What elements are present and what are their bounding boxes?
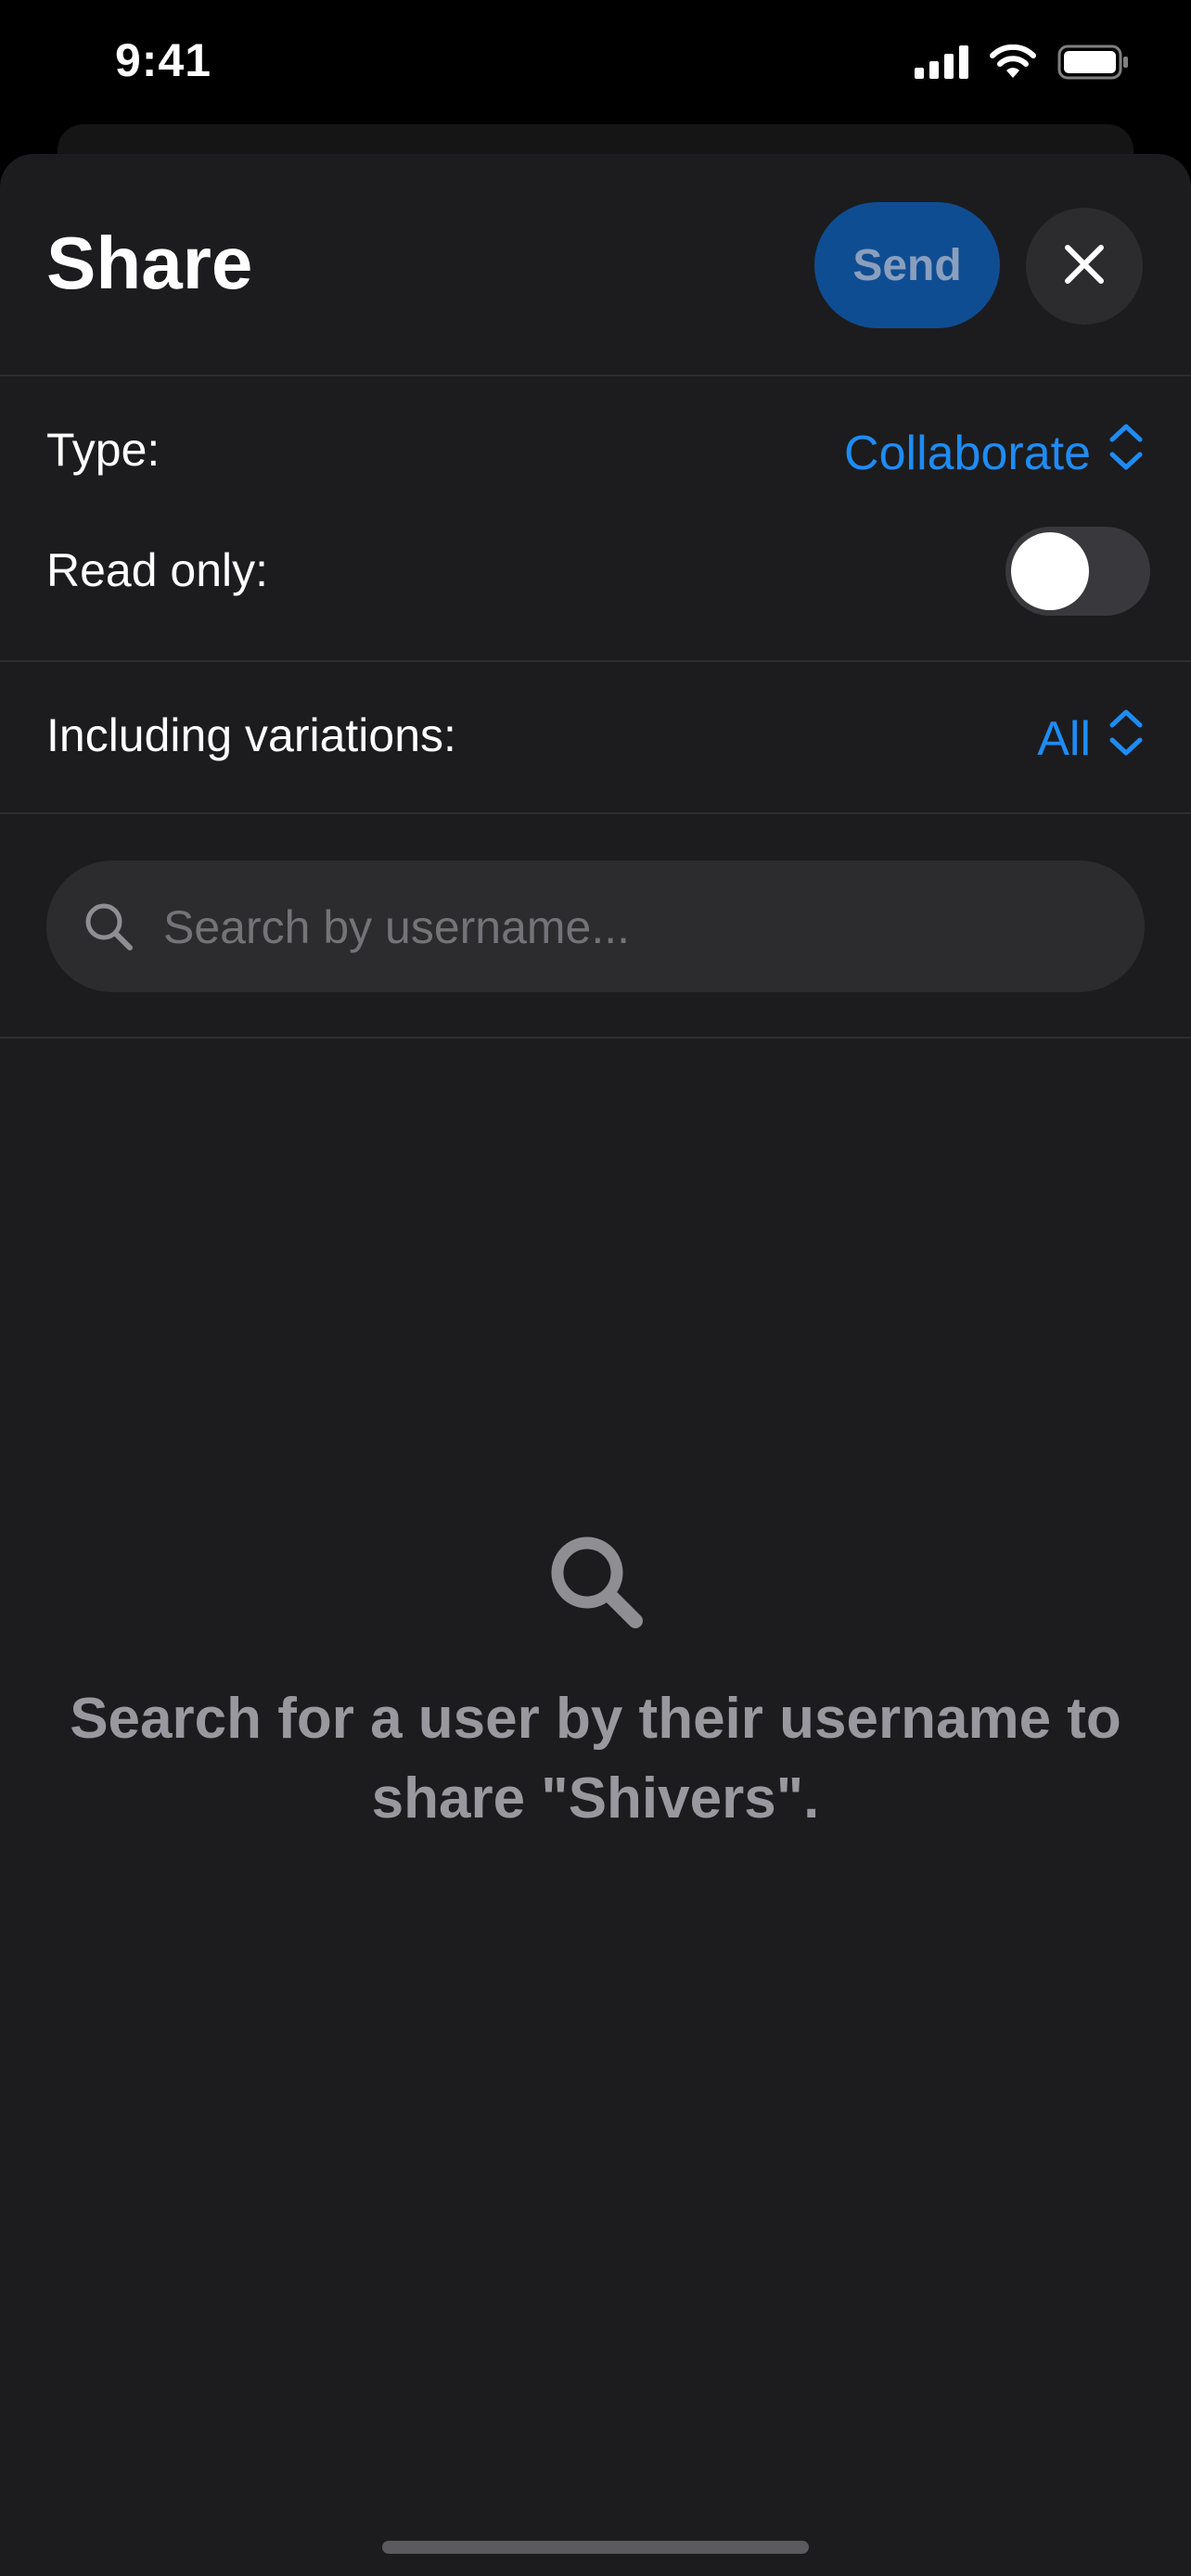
- divider: [0, 1037, 1191, 1039]
- status-bar: 9:41: [0, 0, 1191, 130]
- variations-picker-value: All: [1037, 711, 1091, 766]
- type-picker[interactable]: Collaborate: [844, 421, 1145, 485]
- search-input[interactable]: [161, 861, 1111, 994]
- divider: [0, 812, 1191, 814]
- wifi-icon: [989, 44, 1037, 84]
- close-icon: [1063, 243, 1106, 290]
- variations-label: Including variations:: [46, 709, 456, 761]
- chevron-up-down-icon: [1108, 707, 1145, 771]
- chevron-up-down-icon: [1108, 421, 1145, 485]
- read-only-label: Read only:: [46, 544, 269, 596]
- share-sheet: Share Send Type: Collaborate Read only: …: [0, 154, 1191, 2576]
- divider: [0, 375, 1191, 376]
- divider: [0, 660, 1191, 662]
- close-button[interactable]: [1026, 208, 1143, 325]
- status-time: 9:41: [115, 34, 212, 86]
- sheet-title: Share: [46, 222, 253, 304]
- search-icon: [83, 901, 134, 956]
- send-button[interactable]: Send: [814, 202, 1000, 328]
- empty-state: Search for a user by their username to s…: [0, 1530, 1191, 1839]
- read-only-toggle[interactable]: [1005, 527, 1150, 616]
- search-icon: [0, 1530, 1191, 1637]
- cellular-signal-icon: [915, 45, 968, 83]
- type-picker-value: Collaborate: [844, 426, 1091, 480]
- toggle-knob: [1011, 532, 1089, 610]
- home-indicator[interactable]: [382, 2541, 809, 2554]
- empty-state-message: Search for a user by their username to s…: [70, 1687, 1121, 1830]
- battery-icon: [1057, 45, 1130, 84]
- sheet-header: Share Send: [0, 154, 1191, 375]
- status-icons: [915, 44, 1130, 84]
- variations-picker[interactable]: All: [1037, 707, 1145, 771]
- search-field[interactable]: [46, 861, 1145, 994]
- type-label: Type:: [46, 424, 160, 476]
